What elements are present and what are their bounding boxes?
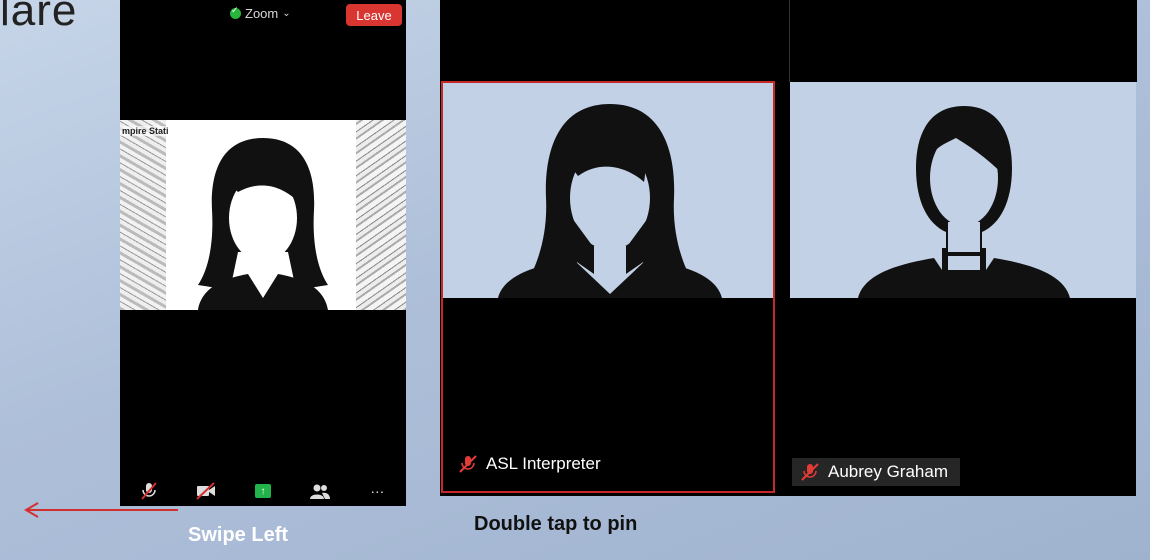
man-avatar-icon — [858, 106, 1070, 298]
shield-check-icon — [230, 5, 241, 19]
swipe-left-arrow — [24, 502, 178, 518]
meeting-info-menu[interactable]: Zoom ⌄ — [230, 5, 291, 21]
video-off-icon[interactable] — [193, 480, 219, 502]
muted-microphone-icon[interactable] — [136, 480, 162, 502]
virtual-background-left — [120, 120, 166, 310]
chevron-down-icon: ⌄ — [282, 8, 291, 19]
phone-top-bar: Zoom ⌄ Leave — [120, 0, 406, 34]
speaker-video[interactable]: mpire Stati — [120, 120, 406, 310]
video-tile-top-right — [789, 0, 1137, 82]
leave-button[interactable]: Leave — [346, 4, 402, 26]
video-tile-top-left — [440, 0, 785, 82]
active-speaker-highlight — [441, 81, 775, 493]
partial-heading: lare — [0, 0, 78, 35]
participants-icon[interactable] — [307, 480, 333, 502]
phone-meeting-screen: Zoom ⌄ Leave mpire Stati ↑ ··· — [120, 0, 406, 506]
participant-name-tag: Aubrey Graham — [792, 458, 960, 486]
woman-avatar-icon — [198, 138, 328, 310]
virtual-background-right — [356, 120, 406, 310]
background-caption: mpire Stati — [120, 126, 171, 136]
share-screen-icon[interactable]: ↑ — [250, 480, 276, 502]
video-tile-aubrey-graham[interactable]: Aubrey Graham — [790, 82, 1136, 496]
meeting-menu-label: Zoom — [245, 6, 279, 21]
participant-name: Aubrey Graham — [828, 462, 948, 481]
muted-microphone-icon — [801, 463, 819, 481]
swipe-left-caption: Swipe Left — [188, 524, 289, 546]
double-tap-caption: Double tap to pin — [474, 513, 638, 535]
more-icon[interactable]: ··· — [364, 480, 390, 502]
